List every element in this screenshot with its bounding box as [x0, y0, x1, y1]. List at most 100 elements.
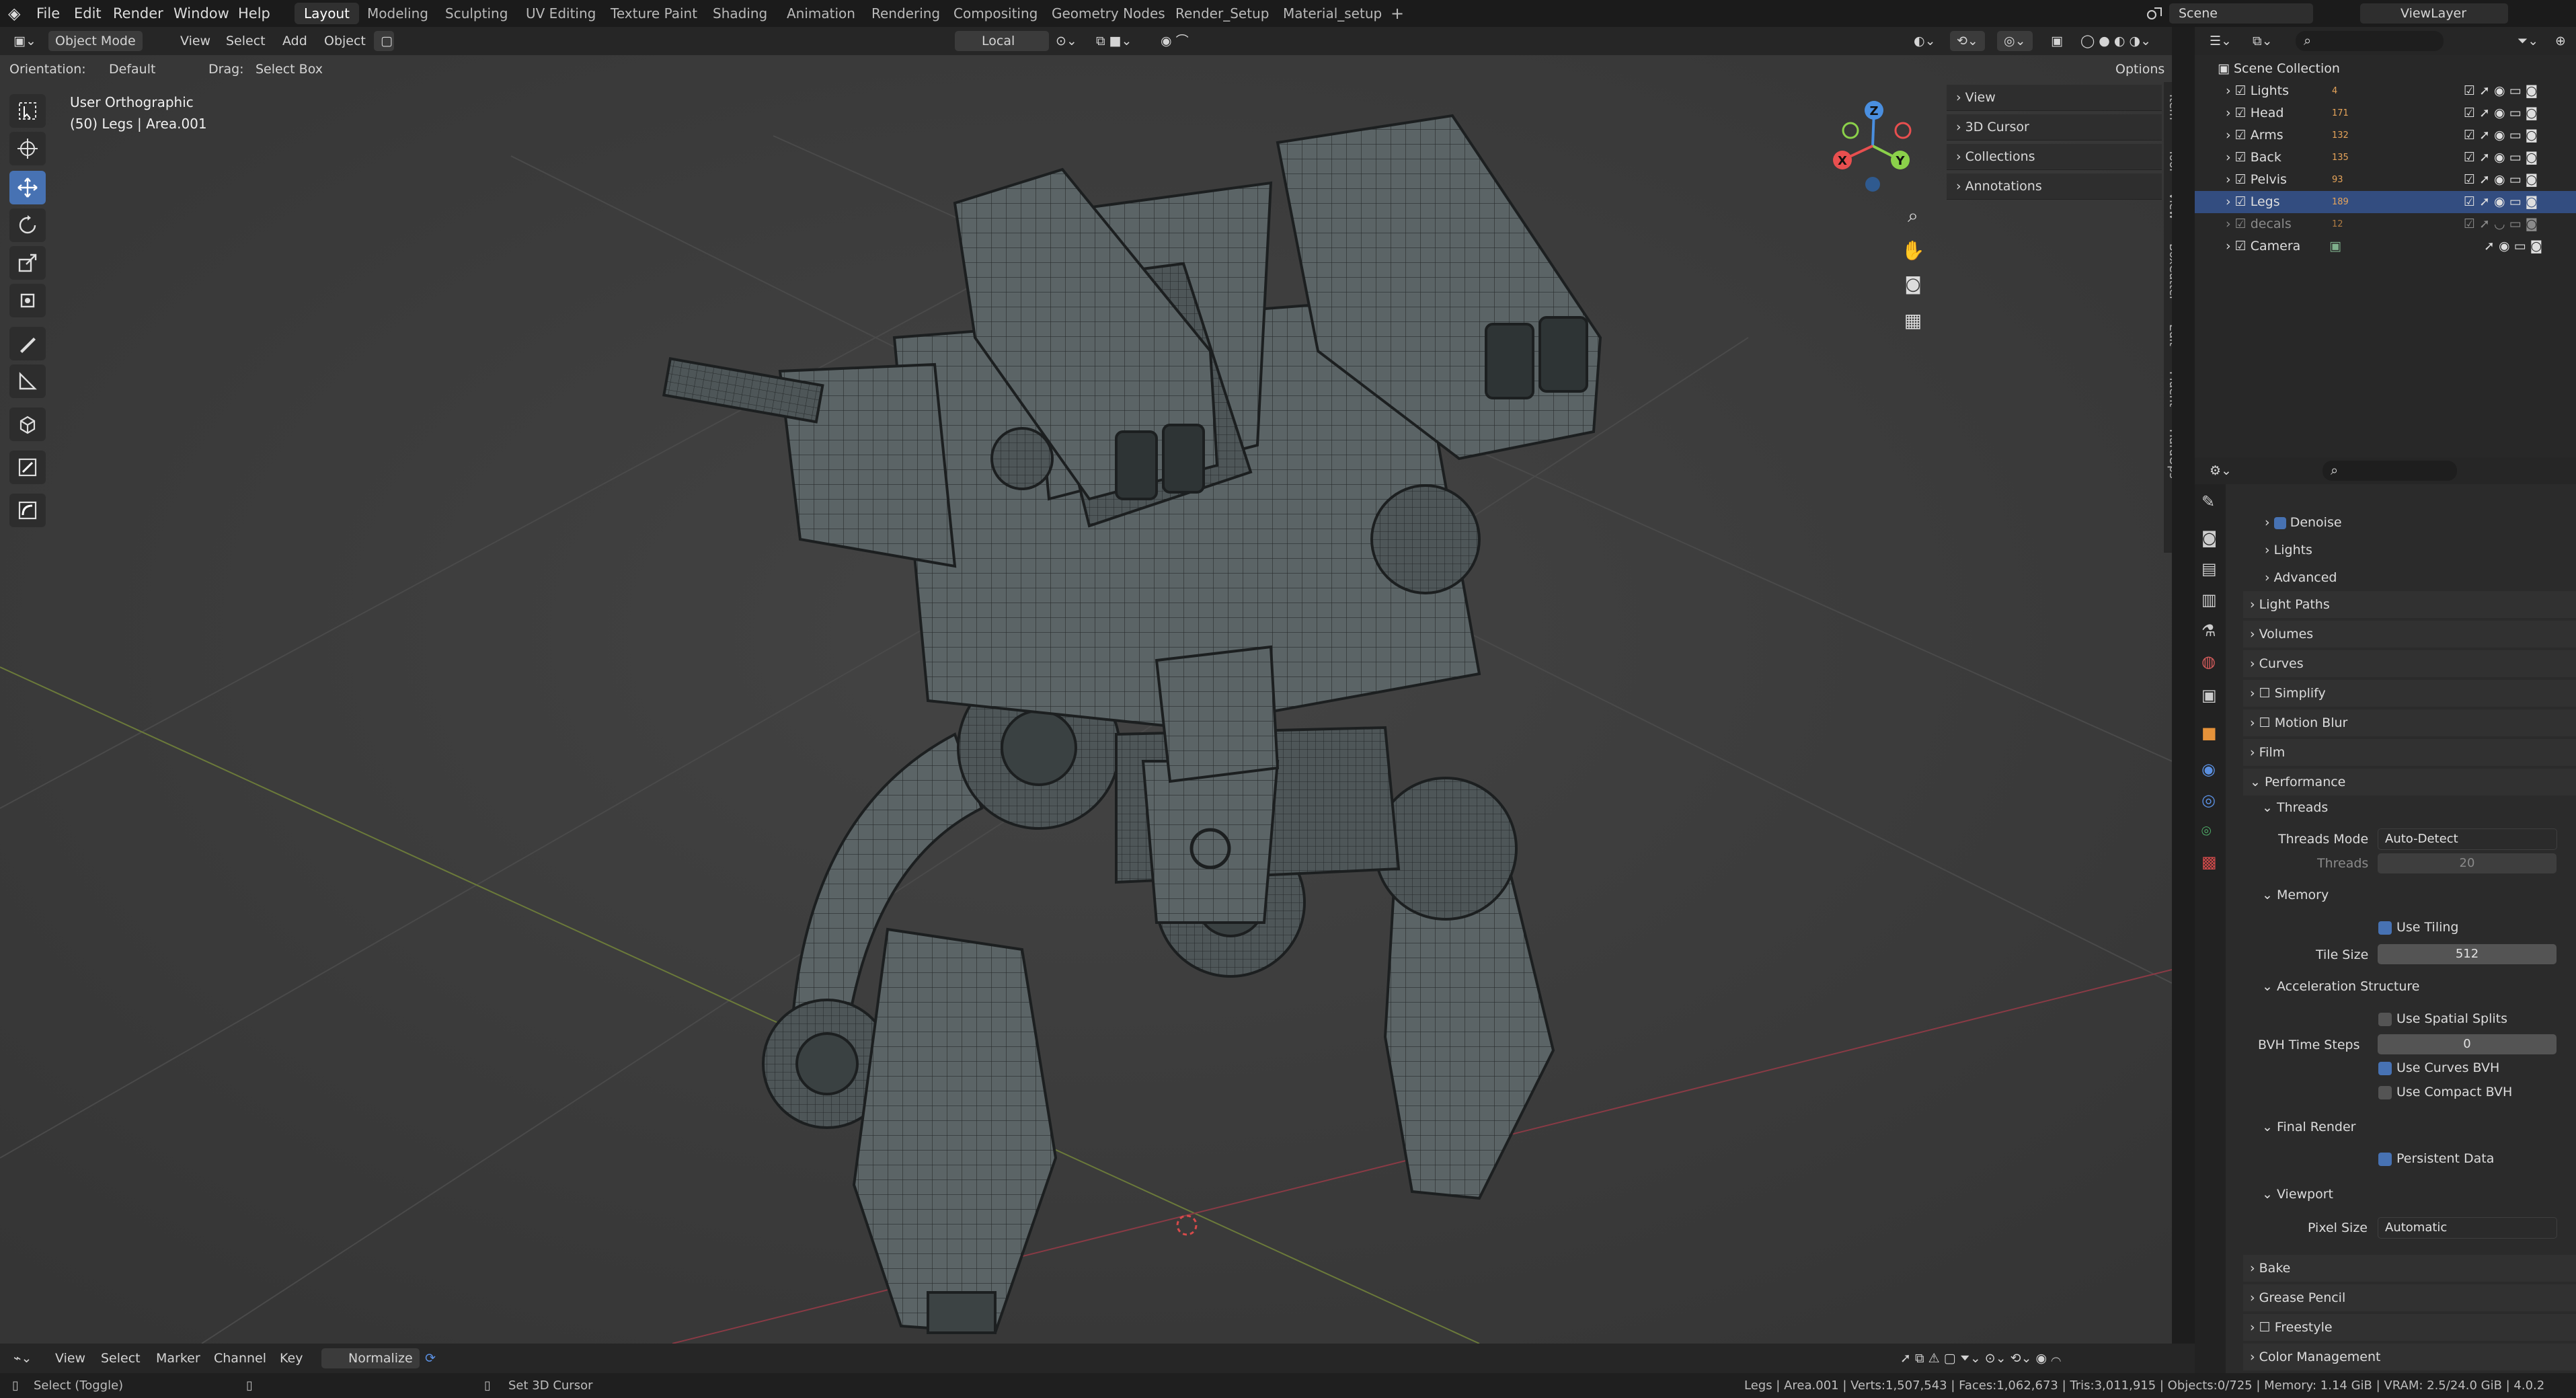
outliner-item-arms[interactable]: › ☑ Arms 132 ☑ ➚ ◉ ▭ ◙ — [2195, 124, 2576, 147]
drag-selector[interactable]: Select Box — [249, 59, 329, 79]
npanel-tab-edit[interactable]: Edit — [2165, 324, 2172, 346]
viewport-subpanel[interactable]: ⌄ Viewport — [2262, 1187, 2333, 1202]
outliner-scene-collection[interactable]: ▣ Scene Collection — [2195, 58, 2576, 80]
annotate-tool[interactable] — [9, 327, 46, 360]
orientation-selector[interactable]: Default — [85, 59, 190, 79]
menu-render[interactable]: Render — [113, 0, 163, 27]
outliner-editor-icon[interactable]: ☰⌄ — [2203, 31, 2238, 51]
3d-viewport[interactable]: User Orthographic (50) Legs | Area.001 Z… — [0, 55, 2172, 1344]
sampling-advanced-row[interactable]: › Advanced — [2265, 570, 2337, 585]
menu-edit[interactable]: Edit — [74, 0, 102, 27]
timeline-menu-select[interactable]: Select — [94, 1348, 147, 1368]
material-tab-icon[interactable]: ▩ — [2201, 853, 2217, 871]
outliner-item-legs[interactable]: › ☑ Legs 189 ☑ ➚ ◉ ▭ ◙ — [2195, 191, 2576, 213]
tool-tab-icon[interactable]: ✎ — [2201, 492, 2215, 511]
select-box-tool[interactable] — [9, 94, 46, 128]
pivot-point-icon[interactable]: ⊙⌄ — [1049, 31, 1084, 51]
blender-logo-icon[interactable]: ◈ — [8, 0, 20, 27]
outliner-filter-icon[interactable]: ⏷⌄ — [2511, 31, 2545, 51]
workspace-tab-rendering[interactable]: Rendering — [862, 3, 949, 24]
threads-subpanel[interactable]: ⌄ Threads — [2262, 800, 2328, 815]
viewport-menu-view[interactable]: View — [173, 31, 217, 51]
outliner-item-lights[interactable]: › ☑ Lights 4 ☑ ➚ ◉ ▭ ◙ — [2195, 80, 2576, 102]
timeline-menu-view[interactable]: View — [48, 1348, 92, 1368]
viewport-menu-select[interactable]: Select — [219, 31, 272, 51]
outliner-display-mode-icon[interactable]: ⧉⌄ — [2246, 31, 2279, 51]
volumes-panel[interactable]: › Volumes — [2243, 621, 2576, 648]
sampling-lights-row[interactable]: › Lights — [2265, 543, 2312, 557]
move-tool[interactable] — [9, 171, 46, 204]
hardops-tool[interactable] — [9, 494, 46, 527]
new-collection-icon[interactable]: ⊕ — [2548, 31, 2573, 51]
outliner-item-head[interactable]: › ☑ Head 171 ☑ ➚ ◉ ▭ ◙ — [2195, 102, 2576, 124]
options-dropdown[interactable]: Options — [2109, 59, 2171, 79]
outliner-item-decals[interactable]: › ☑ decals 12 ☑ ➚ ◡ ▭ ◙ — [2195, 213, 2576, 235]
transform-tool[interactable] — [9, 284, 46, 317]
scale-tool[interactable] — [9, 246, 46, 280]
properties-search-input[interactable]: ⌕ — [2323, 461, 2457, 481]
npanel-collections-section[interactable]: › Collections — [1947, 144, 2162, 170]
use-compact-bvh-checkbox[interactable] — [2378, 1086, 2392, 1099]
menu-window[interactable]: Window — [173, 0, 229, 27]
denoise-row[interactable]: › Denoise — [2265, 515, 2342, 530]
properties-editor-icon[interactable]: ⚙⌄ — [2203, 461, 2238, 481]
outliner-item-back[interactable]: › ☑ Back 135 ☑ ➚ ◉ ▭ ◙ — [2195, 147, 2576, 169]
visibility-icon[interactable]: ◐⌄ — [1907, 31, 1943, 51]
scene-selector[interactable]: Scene — [2169, 3, 2313, 24]
zoom-icon[interactable]: ⌕ — [1900, 204, 1926, 231]
use-spatial-splits-checkbox[interactable] — [2378, 1013, 2392, 1026]
curves-panel[interactable]: › Curves — [2243, 650, 2576, 677]
film-panel[interactable]: › Film — [2243, 739, 2576, 766]
simplify-panel[interactable]: › ☐ Simplify — [2243, 680, 2576, 707]
acceleration-structure-subpanel[interactable]: ⌄ Acceleration Structure — [2262, 979, 2419, 994]
rotate-tool[interactable] — [9, 208, 46, 242]
timeline-menu-channel[interactable]: Channel — [207, 1348, 273, 1368]
workspace-tab-animation[interactable]: Animation — [777, 3, 865, 24]
bake-panel[interactable]: › Bake — [2243, 1255, 2576, 1282]
workspace-tab-texture-paint[interactable]: Texture Paint — [601, 3, 707, 24]
mode-selector[interactable]: Object Mode — [48, 31, 143, 51]
collection-tab-icon[interactable]: ▣ — [2201, 686, 2217, 705]
workspace-tab-render-setup[interactable]: Render_Setup — [1166, 3, 1278, 24]
threads-field[interactable]: 20 — [2378, 853, 2557, 873]
workspace-tab-uv-editing[interactable]: UV Editing — [516, 3, 605, 24]
output-tab-icon[interactable]: ▤ — [2201, 559, 2217, 578]
workspace-tab-material-setup[interactable]: Material_setup — [1274, 3, 1391, 24]
modifier-tab-icon[interactable]: ◉ — [2201, 760, 2216, 779]
measure-tool[interactable] — [9, 364, 46, 398]
timeline-filter-icons[interactable]: ➚ ⧉ ⚠ ▢ ⏷⌄ ⊙⌄ ⟲⌄ ◉ ⌒ — [1894, 1348, 2068, 1368]
bvh-time-steps-field[interactable]: 0 — [2378, 1034, 2557, 1054]
viewport-menu-add[interactable]: Add — [276, 31, 314, 51]
boxcutter-tool[interactable] — [9, 451, 46, 484]
view-layer-tab-icon[interactable]: ▥ — [2201, 590, 2217, 609]
npanel-tab-fluent[interactable]: Fluent — [2165, 371, 2172, 407]
render-tab-icon[interactable]: ◙ — [2201, 529, 2217, 547]
timeline-editor-icon[interactable]: ⌁⌄ — [7, 1348, 38, 1368]
editor-type-icon[interactable]: ▣⌄ — [7, 31, 43, 51]
pan-hand-icon[interactable]: ✋ — [1900, 239, 1926, 266]
workspace-tab-layout[interactable]: Layout — [295, 3, 359, 24]
camera-view-icon[interactable]: ◙ — [1900, 274, 1926, 301]
menu-file[interactable]: File — [36, 0, 60, 27]
workspace-tab-geometry-nodes[interactable]: Geometry Nodes — [1042, 3, 1175, 24]
outliner-item-pelvis[interactable]: › ☑ Pelvis 93 ☑ ➚ ◉ ▭ ◙ — [2195, 169, 2576, 191]
select-mode-icon[interactable]: ▢ — [374, 31, 394, 51]
proportional-edit-icon[interactable]: ◉ ⌒ — [1154, 31, 1196, 51]
object-tab-icon[interactable]: ■ — [2201, 724, 2217, 742]
use-curves-bvh-checkbox[interactable] — [2378, 1062, 2392, 1075]
outliner-search-input[interactable]: ⌕ — [2296, 31, 2444, 51]
npanel-tab-view[interactable]: View — [2165, 192, 2172, 219]
scene-icon[interactable] — [2145, 4, 2164, 23]
sync-icon[interactable]: ⟳ — [418, 1348, 442, 1368]
threads-mode-dropdown[interactable]: Auto-Detect — [2378, 828, 2557, 850]
freestyle-panel[interactable]: › ☐ Freestyle — [2243, 1314, 2576, 1341]
final-render-subpanel[interactable]: ⌄ Final Render — [2262, 1120, 2355, 1134]
transform-orientation-selector[interactable]: Local — [955, 31, 1049, 51]
cursor-tool[interactable] — [9, 132, 46, 165]
npanel-3d-cursor-section[interactable]: › 3D Cursor — [1947, 114, 2162, 141]
normalize-toggle[interactable]: Normalize — [321, 1348, 420, 1368]
add-workspace-icon[interactable]: + — [1381, 3, 1413, 24]
add-cube-tool[interactable] — [9, 407, 46, 441]
denoise-checkbox[interactable] — [2273, 516, 2286, 529]
motion-blur-panel[interactable]: › ☐ Motion Blur — [2243, 709, 2576, 736]
